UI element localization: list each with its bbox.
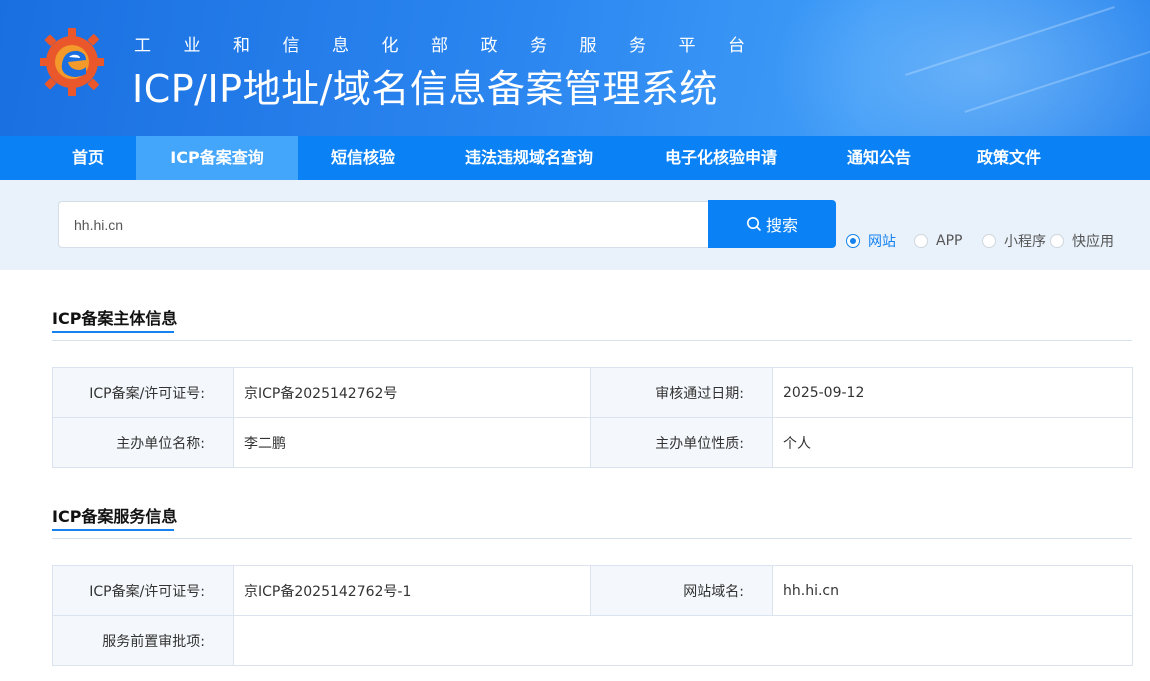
table-row: 服务前置审批项: [52,615,1133,666]
organizer-name-label: 主办单位名称: [52,417,234,468]
radio-website[interactable]: 网站 [846,232,896,250]
service-license-value: 京ICP备2025142762号-1 [233,565,591,616]
subject-info-table: ICP备案/许可证号: 京ICP备2025142762号 审核通过日期: 202… [52,367,1133,468]
miit-logo-icon [40,28,104,96]
radio-quick-app[interactable]: 快应用 [1050,232,1114,250]
organizer-type-label: 主办单位性质: [590,417,773,468]
radio-app[interactable]: APP [914,232,962,250]
nav-item-home[interactable]: 首页 [52,136,124,180]
nav-item-policy-files[interactable]: 政策文件 [958,136,1060,180]
website-domain-label: 网站域名: [590,565,773,616]
license-number-value: 京ICP备2025142762号 [233,367,591,418]
radio-label: 快应用 [1072,234,1114,250]
organizer-type-value: 个人 [772,417,1133,468]
service-info-title: ICP备案服务信息 [52,507,178,526]
section-divider [52,538,1132,539]
system-title: ICP/IP地址/域名信息备案管理系统 [132,67,718,111]
nav-item-notices[interactable]: 通知公告 [828,136,930,180]
nav-item-illegal-domain-query[interactable]: 违法违规域名查询 [444,136,614,180]
pre-approval-value [233,615,1133,666]
main-nav: 首页 ICP备案查询 短信核验 违法违规域名查询 电子化核验申请 通知公告 政策… [0,136,1150,180]
subject-info-title: ICP备案主体信息 [52,309,178,328]
nav-item-icp-query[interactable]: ICP备案查询 [136,136,298,180]
radio-dot [846,234,860,248]
table-row: ICP备案/许可证号: 京ICP备2025142762号-1 网站域名: hh.… [52,565,1133,616]
section-underline [52,331,174,333]
radio-label: 网站 [868,234,896,250]
radio-mini-program[interactable]: 小程序 [982,232,1046,250]
table-row: 主办单位名称: 李二鹏 主办单位性质: 个人 [52,417,1133,468]
search-button-label: 搜索 [765,218,798,235]
radio-label: 小程序 [1004,234,1046,250]
nav-item-sms-verify[interactable]: 短信核验 [312,136,414,180]
website-domain-value: hh.hi.cn [772,565,1133,616]
table-row: ICP备案/许可证号: 京ICP备2025142762号 审核通过日期: 202… [52,367,1133,418]
radio-dot [982,234,996,248]
organizer-name-value: 李二鹏 [233,417,591,468]
section-divider [52,340,1132,341]
radio-dot [914,234,928,248]
section-underline [52,529,174,531]
header-banner: 工业和信息化部政务服务平台 ICP/IP地址/域名信息备案管理系统 [0,0,1150,136]
approval-date-label: 审核通过日期: [590,367,773,418]
search-icon [746,217,761,231]
license-number-label: ICP备案/许可证号: [52,367,234,418]
radio-dot [1050,234,1064,248]
radio-label: APP [936,233,963,249]
service-license-label: ICP备案/许可证号: [52,565,234,616]
nav-item-e-verify-apply[interactable]: 电子化核验申请 [644,136,798,180]
search-button[interactable]: 搜索 [708,200,836,248]
platform-subtitle: 工业和信息化部政务服务平台 [134,36,778,56]
pre-approval-label: 服务前置审批项: [52,615,234,666]
approval-date-value: 2025-09-12 [772,367,1133,418]
search-input[interactable] [58,201,710,248]
service-info-table: ICP备案/许可证号: 京ICP备2025142762号-1 网站域名: hh.… [52,565,1133,666]
search-area: 搜索 网站 APP 小程序 快应用 [0,180,1150,270]
